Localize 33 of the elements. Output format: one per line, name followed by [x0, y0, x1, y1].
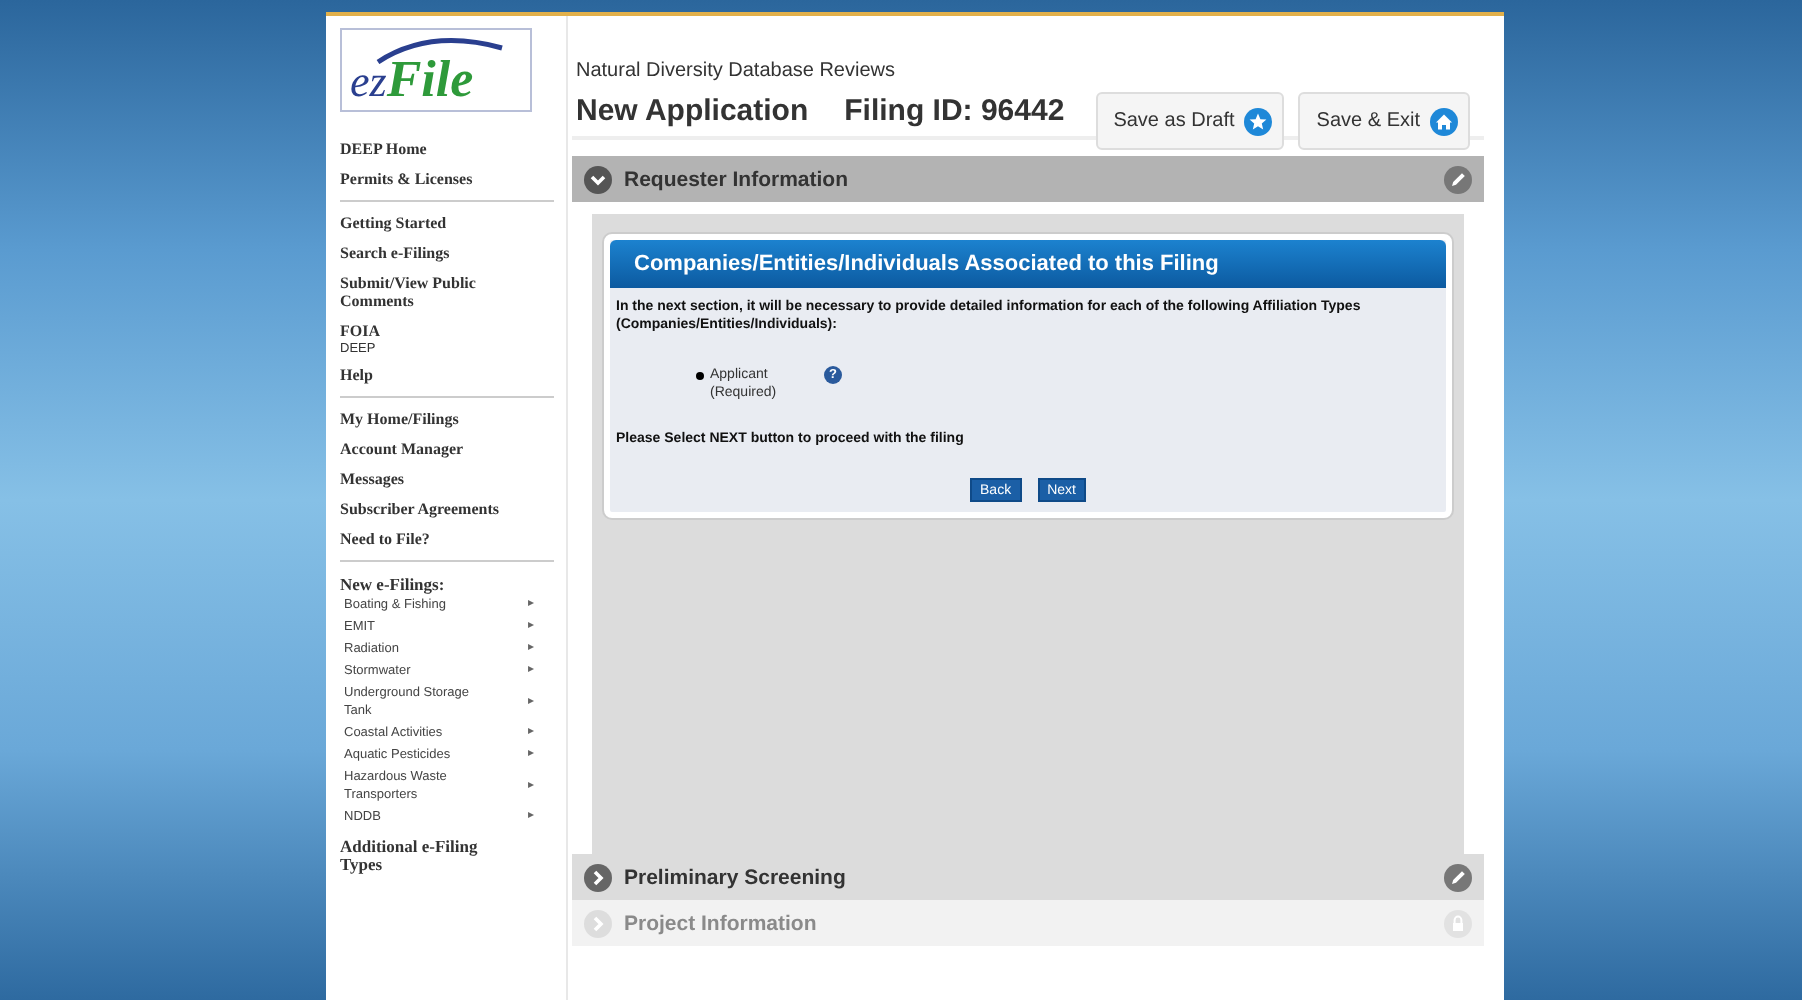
sidebar-link[interactable]: Help — [340, 360, 524, 390]
menu-heading: New e-Filings: — [340, 572, 447, 594]
chevron-right-icon — [584, 909, 612, 937]
section-header: Project Information — [572, 900, 1484, 946]
sidebar-link[interactable]: Subscriber Agreements — [340, 494, 524, 524]
section-header[interactable]: Requester Information — [572, 156, 1484, 202]
pencil-icon — [1444, 165, 1472, 193]
save-button[interactable]: Save as Draft — [1095, 92, 1285, 150]
chevron-down-icon — [584, 165, 612, 193]
pencil-icon — [1444, 863, 1472, 891]
sidebar-link[interactable]: Account Manager — [340, 434, 524, 464]
sidebar-link[interactable]: Search e-Filings — [340, 238, 524, 268]
logo[interactable]: ezFile — [340, 28, 532, 112]
sidebar-link[interactable]: Submit/View Public Comments — [340, 268, 524, 316]
lock-icon — [1444, 909, 1472, 937]
section-header[interactable]: Preliminary Screening — [572, 854, 1484, 900]
star-icon — [1244, 107, 1273, 135]
filing-id: Filing ID: 96442 — [844, 94, 1065, 128]
sidebar-link[interactable]: Permits & Licenses — [340, 164, 524, 194]
home-icon — [1430, 107, 1458, 135]
sidebar-link[interactable]: Messages — [340, 464, 524, 494]
bullet-icon — [696, 372, 704, 380]
page-subtitle: Natural Diversity Database Reviews — [576, 60, 898, 82]
sidebar-link[interactable]: DEEP Home — [340, 134, 524, 164]
sidebar-link[interactable]: Additional e-Filing Types — [340, 828, 500, 880]
sidebar-link[interactable]: Getting Started — [340, 208, 524, 238]
page-title: New Application — [576, 94, 809, 128]
sidebar-link[interactable]: Need to File? — [340, 524, 524, 554]
sidebar-link[interactable]: My Home/Filings — [340, 404, 524, 434]
sidebar-link[interactable]: FOIA — [340, 316, 524, 346]
save-button[interactable]: Save & Exit — [1298, 92, 1470, 150]
chevron-right-icon — [584, 863, 612, 891]
panel-title: Companies/Entities/Individuals Associated to this Filing — [610, 240, 1446, 288]
